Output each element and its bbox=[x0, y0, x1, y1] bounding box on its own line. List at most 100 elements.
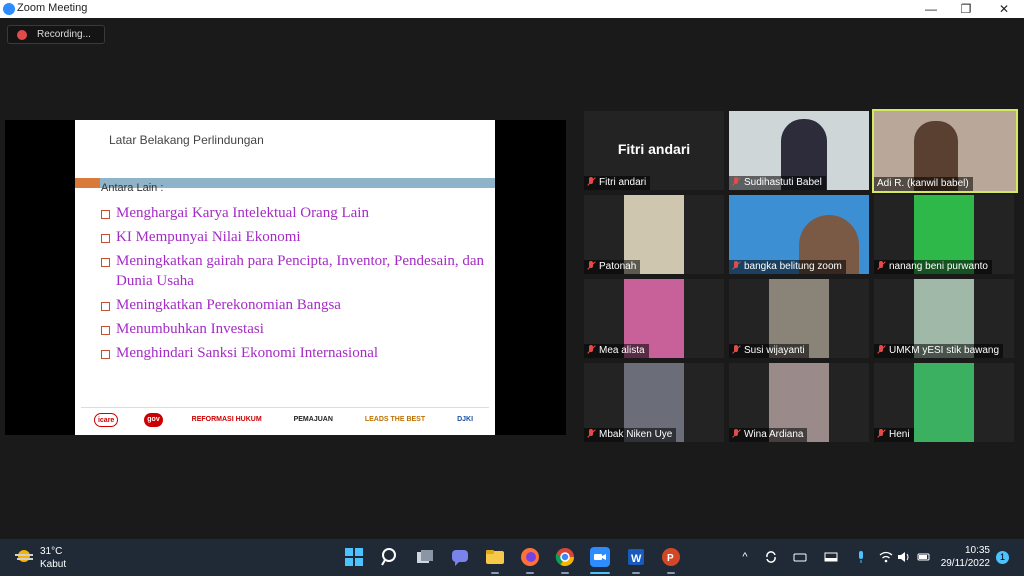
zoom-icon[interactable] bbox=[590, 547, 610, 567]
firefox-icon[interactable] bbox=[520, 547, 540, 567]
participant-name-bar: Wina Ardiana bbox=[729, 428, 808, 442]
participant-tile[interactable]: bangka belitung zoom bbox=[729, 195, 869, 274]
participant-name: Adi R. (kanwil babel) bbox=[877, 178, 969, 189]
running-indicator bbox=[632, 572, 640, 574]
word-icon[interactable]: W bbox=[626, 547, 646, 567]
wifi-icon[interactable] bbox=[879, 550, 893, 564]
reformasi-hukum-logo: REFORMASI HUKUM bbox=[191, 416, 262, 423]
participant-name: bangka belitung zoom bbox=[744, 261, 842, 272]
speaker-icon[interactable] bbox=[897, 550, 911, 564]
zoom-app-icon bbox=[3, 3, 15, 15]
participant-tile[interactable]: Heni bbox=[874, 363, 1014, 442]
participant-tile[interactable]: Mea alista bbox=[584, 279, 724, 358]
icare-logo: icare bbox=[93, 413, 119, 427]
keyboard-icon[interactable] bbox=[793, 550, 807, 564]
participant-tile[interactable]: Mbak Niken Uye bbox=[584, 363, 724, 442]
participant-tile[interactable]: Susi wijayanti bbox=[729, 279, 869, 358]
participant-tile[interactable]: Fitri andari Fitri andari bbox=[584, 111, 724, 190]
slide-title: Latar Belakang Perlindungan bbox=[109, 133, 264, 147]
slide-bullet: Meningkatkan Perekonomian Bangsa bbox=[101, 295, 491, 315]
participant-name: Patonah bbox=[599, 261, 637, 272]
clock-date[interactable]: 29/11/2022 bbox=[941, 558, 990, 569]
meeting-area: Recording... Latar Belakang Perlindungan… bbox=[0, 18, 1024, 539]
display-icon[interactable] bbox=[824, 550, 838, 564]
window-title: Zoom Meeting bbox=[17, 2, 88, 14]
slide-bullet: Meningkatkan gairah para Pencipta, Inven… bbox=[101, 251, 491, 291]
file-explorer-icon[interactable] bbox=[485, 547, 505, 567]
close-button[interactable]: ✕ bbox=[986, 0, 1022, 18]
participant-tile[interactable]: Patonah bbox=[584, 195, 724, 274]
recording-indicator[interactable]: Recording... bbox=[7, 25, 105, 44]
running-indicator bbox=[491, 572, 499, 574]
mic-muted-icon bbox=[877, 261, 885, 270]
windows-start-icon[interactable] bbox=[344, 547, 364, 567]
microphone-icon[interactable] bbox=[854, 550, 868, 564]
participant-name-bar: Patonah bbox=[584, 260, 641, 274]
task-view-icon[interactable] bbox=[415, 547, 435, 567]
participant-name-bar: Mea alista bbox=[584, 344, 649, 358]
mic-muted-icon bbox=[587, 345, 595, 354]
restore-button[interactable]: ❐ bbox=[948, 0, 984, 18]
slide-bullet: Menumbuhkan Investasi bbox=[101, 319, 491, 339]
djki-logo: DJKI bbox=[457, 416, 474, 423]
running-indicator bbox=[561, 572, 569, 574]
mic-muted-icon bbox=[732, 261, 740, 270]
participant-name-bar: bangka belitung zoom bbox=[729, 260, 846, 274]
participant-name-bar: nanang beni purwanto bbox=[874, 260, 992, 274]
participant-tile[interactable]: nanang beni purwanto bbox=[874, 195, 1014, 274]
sync-icon[interactable] bbox=[764, 550, 778, 564]
participant-name-bar: Mbak Niken Uye bbox=[584, 428, 677, 442]
slide-rule-accent bbox=[75, 178, 100, 188]
participant-name-bar: Sudihastuti Babel bbox=[729, 176, 826, 190]
slide-bullet: KI Mempunyai Nilai Ekonomi bbox=[101, 227, 491, 247]
powerpoint-icon[interactable]: P bbox=[661, 547, 681, 567]
clock-time[interactable]: 10:35 bbox=[965, 545, 990, 556]
mic-muted-icon bbox=[732, 345, 740, 354]
participant-name-bar: Heni bbox=[874, 428, 914, 442]
mic-muted-icon bbox=[877, 429, 885, 438]
participant-name: Wina Ardiana bbox=[744, 429, 804, 440]
mic-muted-icon bbox=[732, 429, 740, 438]
windows-taskbar: 31°C Kabut W P ^ 10:35 29/11/2022 1 bbox=[0, 539, 1024, 576]
presentation-slide: Latar Belakang Perlindungan Antara Lain … bbox=[75, 120, 495, 435]
slide-bullet: Menghindari Sanksi Ekonomi Internasional bbox=[101, 343, 491, 363]
mic-muted-icon bbox=[587, 429, 595, 438]
participant-name: Heni bbox=[889, 429, 910, 440]
running-indicator bbox=[526, 572, 534, 574]
participant-name: Fitri andari bbox=[599, 177, 647, 188]
participant-tile[interactable]: UMKM yESI stik bawang bbox=[874, 279, 1014, 358]
notification-count-badge[interactable]: 1 bbox=[996, 551, 1009, 564]
active-app-indicator bbox=[590, 572, 610, 574]
haze-weather-icon bbox=[15, 550, 33, 562]
leads-the-best-logo: LEADS THE BEST bbox=[364, 416, 426, 423]
shared-screen: Latar Belakang Perlindungan Antara Lain … bbox=[5, 120, 566, 435]
search-icon[interactable] bbox=[380, 547, 400, 567]
cloud-record-icon bbox=[17, 30, 27, 40]
mic-muted-icon bbox=[877, 345, 885, 354]
participant-display-name: Fitri andari bbox=[617, 141, 691, 157]
participant-name-bar: Fitri andari bbox=[584, 176, 651, 190]
participant-name: nanang beni purwanto bbox=[889, 261, 988, 272]
minimize-button[interactable]: — bbox=[913, 0, 949, 18]
slide-subtitle: Antara Lain : bbox=[101, 182, 164, 194]
show-hidden-icons-chevron-icon[interactable]: ^ bbox=[738, 550, 752, 564]
participant-tile[interactable]: Wina Ardiana bbox=[729, 363, 869, 442]
pemajuan-logo: PEMAJUAN bbox=[293, 416, 333, 423]
participant-name-bar: Susi wijayanti bbox=[729, 344, 809, 358]
participant-name-bar: Adi R. (kanwil babel) bbox=[874, 177, 973, 191]
participant-name-bar: UMKM yESI stik bawang bbox=[874, 344, 1004, 358]
weather-condition: Kabut bbox=[40, 559, 67, 570]
mic-muted-icon bbox=[587, 261, 595, 270]
teams-chat-icon[interactable] bbox=[450, 547, 470, 567]
mic-muted-icon bbox=[587, 177, 595, 186]
slide-bullet-list: Menghargai Karya Intelektual Orang Lain … bbox=[101, 203, 491, 367]
mic-muted-icon bbox=[732, 177, 740, 186]
window-title-bar: Zoom Meeting — ❐ ✕ bbox=[0, 0, 1024, 18]
chrome-icon[interactable] bbox=[555, 547, 575, 567]
participant-tile[interactable]: Sudihastuti Babel bbox=[729, 111, 869, 190]
gov-logo: gov bbox=[144, 413, 163, 427]
participant-name: Susi wijayanti bbox=[744, 345, 805, 356]
running-indicator bbox=[667, 572, 675, 574]
participant-tile-active-speaker[interactable]: Adi R. (kanwil babel) bbox=[872, 109, 1018, 193]
battery-icon[interactable] bbox=[917, 550, 931, 564]
